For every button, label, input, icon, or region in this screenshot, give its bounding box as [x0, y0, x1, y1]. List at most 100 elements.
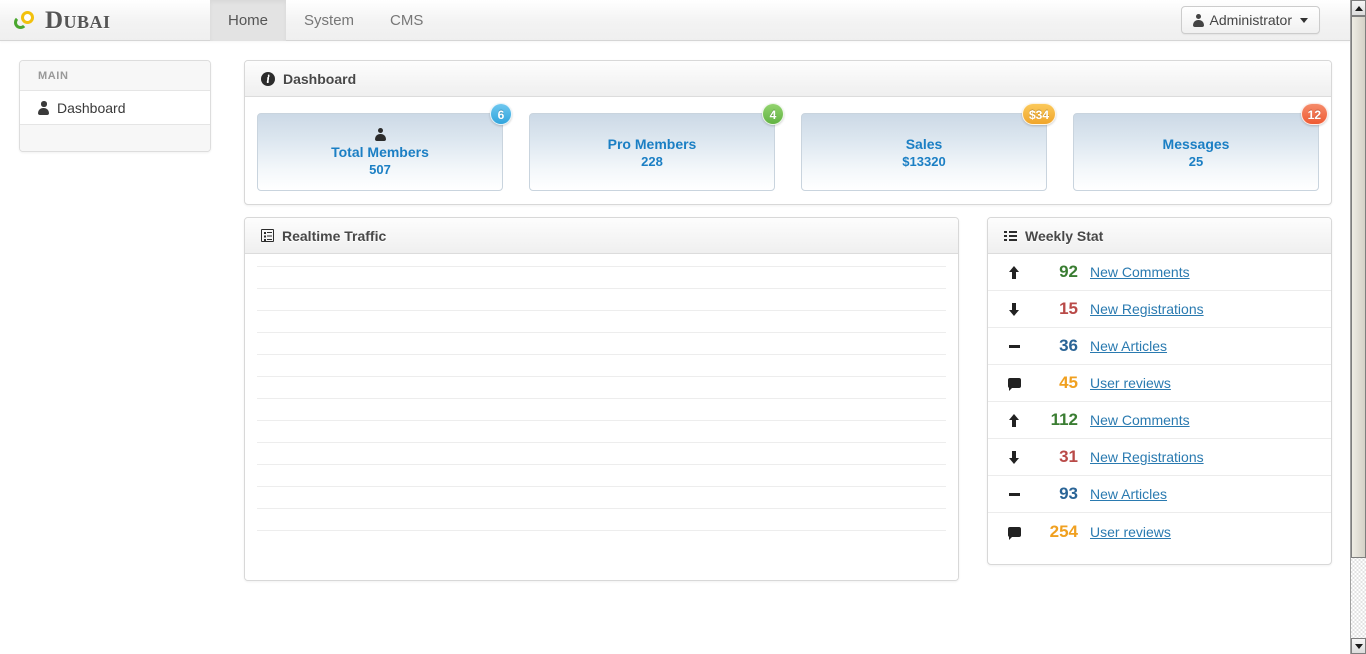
nav-tab-system[interactable]: System	[286, 0, 372, 41]
weekly-stat-link[interactable]: New Registrations	[1090, 301, 1204, 317]
weekly-stat-value: 112	[1050, 410, 1078, 429]
weekly-stat-row[interactable]: 254 User reviews	[988, 513, 1331, 550]
nav-tab-home[interactable]: Home	[210, 0, 287, 41]
chart-gridline	[257, 486, 946, 487]
stat-card-label: Messages	[1162, 135, 1230, 152]
weekly-stat-row[interactable]: 45 User reviews	[988, 365, 1331, 402]
stat-card-value: 25	[1188, 153, 1204, 169]
comment-icon	[1000, 526, 1028, 540]
stat-card-badge: $34	[1021, 103, 1056, 125]
weekly-stat-link[interactable]: New Articles	[1090, 338, 1167, 354]
person-icon	[38, 101, 49, 115]
weekly-stat-link[interactable]: New Registrations	[1090, 449, 1204, 465]
minus-icon	[1000, 492, 1028, 496]
weekly-stat-row[interactable]: 36 New Articles	[988, 328, 1331, 365]
stat-card-label: Sales	[905, 135, 943, 152]
user-menu-button[interactable]: Administrator	[1180, 6, 1320, 34]
chart-gridline	[257, 508, 946, 509]
chart-gridline	[257, 332, 946, 333]
stat-card-total-members[interactable]: Total Members 507 6	[257, 103, 512, 191]
weekly-stat-value: 93	[1059, 484, 1078, 503]
weekly-stat-list: 92 New Comments 15 New Registrations 36 New A…	[988, 254, 1331, 550]
realtime-traffic-panel: Realtime Traffic	[244, 217, 959, 581]
chart-gridline	[257, 464, 946, 465]
dashboard-panel-header: i Dashboard	[245, 61, 1331, 97]
chart-gridline	[257, 530, 946, 531]
weekly-stat-row[interactable]: 31 New Registrations	[988, 439, 1331, 476]
page-title: Dashboard	[283, 70, 357, 87]
dashboard-panel: i Dashboard Total Members 507 6 Pro Memb…	[244, 60, 1332, 205]
stat-card-sales[interactable]: Sales $13320 $34	[801, 103, 1056, 191]
weekly-stat-link[interactable]: User reviews	[1090, 524, 1171, 540]
brand-logo[interactable]: Dubai	[14, 0, 111, 41]
stat-card-value: 507	[369, 161, 391, 177]
person-icon	[1192, 13, 1204, 27]
main-nav: Home System CMS	[210, 0, 441, 41]
realtime-traffic-chart	[245, 254, 958, 580]
stat-card-value: 228	[641, 153, 663, 169]
weekly-stat-row[interactable]: 15 New Registrations	[988, 291, 1331, 328]
brand-name: Dubai	[45, 7, 111, 34]
stat-card-label: Pro Members	[607, 135, 697, 152]
stat-card-pro-members[interactable]: Pro Members 228 4	[529, 103, 784, 191]
stat-card-badge: 4	[762, 103, 784, 125]
weekly-stat-row[interactable]: 93 New Articles	[988, 476, 1331, 513]
two-rings-logo-icon	[14, 10, 38, 32]
stat-card-value: $13320	[902, 153, 946, 169]
comment-icon	[1000, 378, 1028, 391]
realtime-traffic-header: Realtime Traffic	[245, 218, 958, 254]
weekly-stat-value: 15	[1059, 299, 1078, 318]
weekly-stat-title: Weekly Stat	[1025, 227, 1104, 244]
weekly-stat-value: 36	[1059, 336, 1078, 355]
list-ul-icon	[1004, 230, 1017, 242]
sidebar-section-header: MAIN	[20, 61, 210, 91]
weekly-stat-header: Weekly Stat	[988, 218, 1331, 254]
vertical-scrollbar[interactable]	[1350, 0, 1366, 654]
stat-card-messages[interactable]: Messages 25 12	[1073, 103, 1328, 191]
weekly-stat-value: 45	[1059, 373, 1078, 392]
sidebar-item-dashboard[interactable]: Dashboard	[20, 91, 210, 125]
stat-card-label: Total Members	[331, 143, 429, 160]
user-menu-label: Administrator	[1209, 12, 1292, 28]
stat-card-badge: 12	[1300, 103, 1328, 125]
weekly-stat-link[interactable]: New Comments	[1090, 264, 1190, 280]
chart-gridline	[257, 266, 946, 267]
arrow-down-icon	[1000, 302, 1028, 316]
chart-gridline	[257, 420, 946, 421]
weekly-stat-row[interactable]: 92 New Comments	[988, 254, 1331, 291]
stat-card-badge: 6	[490, 103, 512, 125]
person-icon	[374, 127, 386, 141]
scroll-down-icon[interactable]	[1351, 638, 1366, 654]
arrow-up-icon	[1000, 413, 1028, 427]
chevron-down-icon	[1300, 17, 1308, 23]
info-circle-icon: i	[261, 71, 275, 86]
weekly-stat-link[interactable]: New Articles	[1090, 486, 1167, 502]
weekly-stat-panel: Weekly Stat 92 New Comments 15 New Registra…	[987, 217, 1332, 565]
chart-gridline	[257, 442, 946, 443]
scrollbar-thumb[interactable]	[1351, 16, 1366, 558]
chart-gridline	[257, 354, 946, 355]
weekly-stat-value: 254	[1049, 521, 1078, 541]
top-navbar: Dubai Home System CMS Administrator	[0, 0, 1350, 41]
sidebar-item-label: Dashboard	[57, 99, 126, 116]
weekly-stat-link[interactable]: New Comments	[1090, 412, 1190, 428]
nav-tab-cms[interactable]: CMS	[372, 0, 441, 41]
scroll-up-icon[interactable]	[1351, 0, 1366, 16]
chart-gridline	[257, 376, 946, 377]
sidebar-footer	[20, 125, 210, 151]
browser-viewport: Dubai Home System CMS Administrator MAIN…	[0, 0, 1366, 654]
weekly-stat-value: 92	[1059, 262, 1078, 281]
table-list-icon	[261, 229, 274, 242]
arrow-up-icon	[1000, 265, 1028, 279]
arrow-down-icon	[1000, 450, 1028, 464]
chart-gridline	[257, 288, 946, 289]
minus-icon	[1000, 344, 1028, 348]
chart-gridline	[257, 310, 946, 311]
sidebar: MAIN Dashboard	[19, 60, 211, 152]
weekly-stat-value: 31	[1059, 447, 1078, 466]
chart-gridline	[257, 398, 946, 399]
weekly-stat-row[interactable]: 112 New Comments	[988, 402, 1331, 439]
weekly-stat-link[interactable]: User reviews	[1090, 375, 1171, 391]
stat-card-group: Total Members 507 6 Pro Members 228 4 Sa…	[245, 97, 1331, 204]
realtime-traffic-title: Realtime Traffic	[282, 227, 387, 244]
